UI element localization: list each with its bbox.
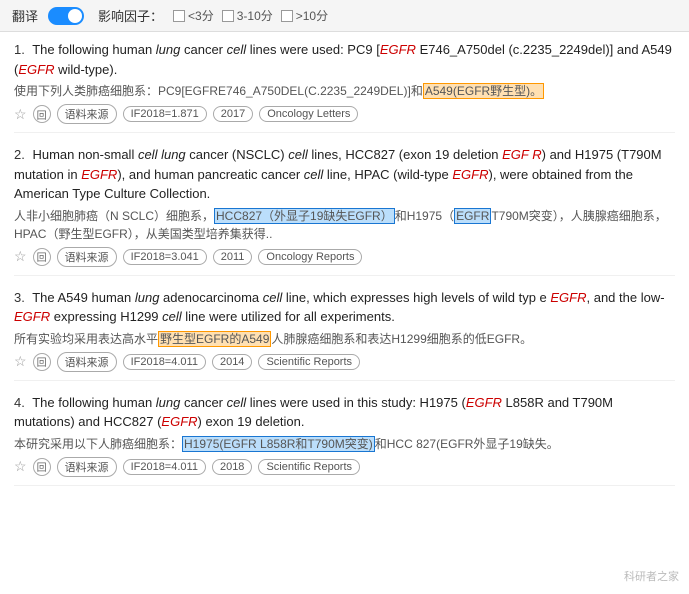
star-icon-3[interactable]: ☆ <box>14 353 27 370</box>
tag-if-1[interactable]: IF2018=1.871 <box>123 106 207 122</box>
tag-journal-4[interactable]: Scientific Reports <box>258 459 360 475</box>
en-text-2: 2. Human non-small cell lung cancer (NSC… <box>14 145 675 204</box>
en-text-1: 1. The following human lung cancer cell … <box>14 40 675 79</box>
tag-if-3[interactable]: IF2018=4.011 <box>123 354 206 370</box>
checkbox-gt10[interactable] <box>281 10 293 22</box>
cn-text-1: 使用下列人类肺癌细胞系：PC9[EGFRE746_A750DEL(C.2235_… <box>14 82 675 100</box>
influence-label: 影响因子： <box>98 6 163 25</box>
cn-text-2: 人非小细胞肺癌（N SCLC）细胞系，HCC827（外显子19缺失EGFR）和H… <box>14 207 675 243</box>
tag-journal-1[interactable]: Oncology Letters <box>259 106 358 122</box>
en-text-3: 3. The A549 human lung adenocarcinoma ce… <box>14 288 675 327</box>
result-item: 2. Human non-small cell lung cancer (NSC… <box>14 145 675 276</box>
filter-group: <3分 3-10分 >10分 <box>173 7 328 24</box>
tag-source-4[interactable]: 语料来源 <box>57 457 117 477</box>
tag-if-4[interactable]: IF2018=4.011 <box>123 459 206 475</box>
actions-row-2: ☆ 回 语料来源 IF2018=3.041 2011 Oncology Repo… <box>14 247 675 267</box>
filter-3-10-label: 3-10分 <box>237 7 273 24</box>
top-bar: 翻译 影响因子： <3分 3-10分 >10分 <box>0 0 689 32</box>
results-container: 1. The following human lung cancer cell … <box>0 32 689 506</box>
tag-journal-3[interactable]: Scientific Reports <box>258 354 360 370</box>
circle-icon-3[interactable]: 回 <box>33 353 51 371</box>
tag-source-1[interactable]: 语料来源 <box>57 104 117 124</box>
toggle-knob <box>68 9 82 23</box>
tag-year-2[interactable]: 2011 <box>213 249 253 265</box>
actions-row-4: ☆ 回 语料来源 IF2018=4.011 2018 Scientific Re… <box>14 457 675 477</box>
checkbox-3-10[interactable] <box>222 10 234 22</box>
translate-toggle[interactable] <box>48 7 84 25</box>
filter-gt10[interactable]: >10分 <box>281 7 328 24</box>
star-icon-4[interactable]: ☆ <box>14 458 27 475</box>
tag-source-3[interactable]: 语料来源 <box>57 352 117 372</box>
tag-year-1[interactable]: 2017 <box>213 106 253 122</box>
filter-3-10[interactable]: 3-10分 <box>222 7 273 24</box>
tag-journal-2[interactable]: Oncology Reports <box>258 249 362 265</box>
circle-icon-2[interactable]: 回 <box>33 248 51 266</box>
circle-icon-4[interactable]: 回 <box>33 458 51 476</box>
star-icon-1[interactable]: ☆ <box>14 106 27 123</box>
tag-year-4[interactable]: 2018 <box>212 459 252 475</box>
actions-row-3: ☆ 回 语料来源 IF2018=4.011 2014 Scientific Re… <box>14 352 675 372</box>
result-item: 1. The following human lung cancer cell … <box>14 40 675 133</box>
filter-gt10-label: >10分 <box>296 7 328 24</box>
result-item: 3. The A549 human lung adenocarcinoma ce… <box>14 288 675 381</box>
star-icon-2[interactable]: ☆ <box>14 248 27 265</box>
translate-label: 翻译 <box>12 6 38 25</box>
checkbox-lt3[interactable] <box>173 10 185 22</box>
cn-text-3: 所有实验均采用表达高水平野生型EGFR的A549人肺腺癌细胞系和表达H1299细… <box>14 330 675 348</box>
tag-year-3[interactable]: 2014 <box>212 354 252 370</box>
result-item: 4. The following human lung cancer cell … <box>14 393 675 486</box>
tag-if-2[interactable]: IF2018=3.041 <box>123 249 207 265</box>
filter-lt3-label: <3分 <box>188 7 214 24</box>
actions-row-1: ☆ 回 语料来源 IF2018=1.871 2017 Oncology Lett… <box>14 104 675 124</box>
watermark: 科研者之家 <box>624 568 679 584</box>
cn-text-4: 本研究采用以下人肺癌细胞系：H1975(EGFR L858R和T790M突变)和… <box>14 435 675 453</box>
circle-icon-1[interactable]: 回 <box>33 105 51 123</box>
filter-lt3[interactable]: <3分 <box>173 7 214 24</box>
en-text-4: 4. The following human lung cancer cell … <box>14 393 675 432</box>
tag-source-2[interactable]: 语料来源 <box>57 247 117 267</box>
